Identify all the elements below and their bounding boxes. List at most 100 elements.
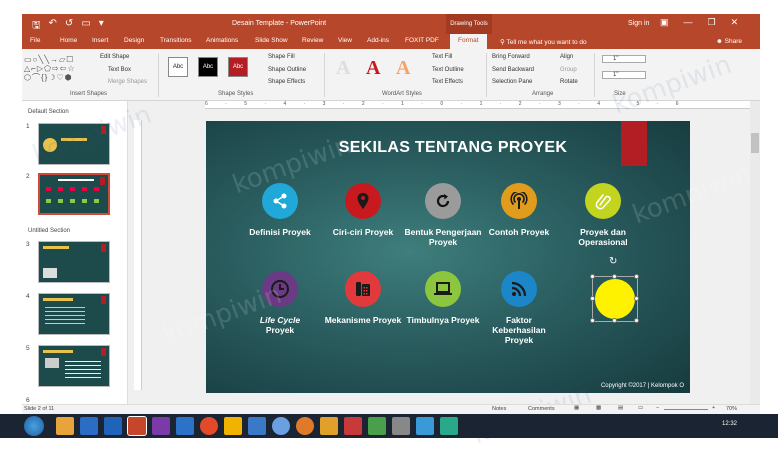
- wordart-style-orange[interactable]: A: [396, 57, 410, 80]
- app-icon[interactable]: [224, 417, 242, 435]
- tab-review[interactable]: Review: [302, 37, 323, 44]
- shape-style-black[interactable]: Abc: [198, 57, 218, 77]
- slide-title[interactable]: SEKILAS TENTANG PROYEK: [206, 139, 690, 157]
- app-icon[interactable]: [320, 417, 338, 435]
- resize-handle[interactable]: [634, 274, 639, 279]
- undo-icon[interactable]: ↶: [49, 18, 57, 35]
- topic-mekanisme[interactable]: Mekanisme Proyek: [323, 271, 403, 325]
- shape-style-white[interactable]: Abc: [168, 57, 188, 77]
- resize-handle[interactable]: [590, 318, 595, 323]
- resize-handle[interactable]: [634, 296, 639, 301]
- shape-width-input[interactable]: 1": [602, 71, 646, 79]
- app-icon[interactable]: [344, 417, 362, 435]
- close-icon[interactable]: ✕: [731, 17, 739, 28]
- topic-life-cycle[interactable]: Life Cycle Proyek: [240, 271, 320, 335]
- vertical-scrollbar[interactable]: [750, 101, 760, 404]
- ribbon-display-icon[interactable]: ▣: [660, 17, 669, 28]
- comments-button[interactable]: Comments: [528, 406, 555, 412]
- tab-animations[interactable]: Animations: [206, 37, 238, 44]
- app-icon[interactable]: [440, 417, 458, 435]
- resize-handle[interactable]: [612, 318, 617, 323]
- wordart-style-red[interactable]: A: [366, 57, 380, 80]
- resize-handle[interactable]: [590, 274, 595, 279]
- slide-thumbnail-selected[interactable]: [38, 173, 110, 215]
- reading-view-icon[interactable]: ▤: [618, 405, 623, 411]
- slide-thumbnail[interactable]: [38, 123, 110, 165]
- tab-slide-show[interactable]: Slide Show: [255, 37, 288, 44]
- normal-view-icon[interactable]: ▦: [574, 405, 579, 411]
- text-box-button[interactable]: Text Box: [108, 67, 131, 73]
- shape-effects-button[interactable]: Shape Effects: [268, 79, 305, 85]
- explorer-icon[interactable]: [104, 417, 122, 435]
- text-fill-button[interactable]: Text Fill: [432, 54, 452, 60]
- tab-insert[interactable]: Insert: [92, 37, 108, 44]
- redo-icon[interactable]: ↺: [65, 18, 73, 35]
- text-outline-button[interactable]: Text Outline: [432, 67, 464, 73]
- merge-shapes-button[interactable]: Merge Shapes: [108, 79, 147, 85]
- rotate-button[interactable]: Rotate: [560, 79, 578, 85]
- text-effects-button[interactable]: Text Effects: [432, 79, 463, 85]
- shape-fill-button[interactable]: Shape Fill: [268, 54, 295, 60]
- slide-thumbnail[interactable]: [38, 293, 110, 335]
- group-button[interactable]: Group: [560, 67, 577, 73]
- restore-icon[interactable]: ❐: [708, 17, 716, 28]
- share-button[interactable]: ☻ Share: [716, 38, 742, 45]
- customize-qat-icon[interactable]: ▾: [99, 18, 104, 35]
- scroll-thumb[interactable]: [751, 133, 759, 153]
- start-button-icon[interactable]: [24, 416, 44, 436]
- zoom-level[interactable]: 70%: [726, 406, 737, 412]
- section-header[interactable]: Untitled Section: [28, 228, 70, 234]
- selected-yellow-circle[interactable]: [595, 279, 635, 319]
- tab-add-ins[interactable]: Add-ins: [367, 37, 389, 44]
- shape-height-input[interactable]: 1": [602, 55, 646, 63]
- app-icon[interactable]: [176, 417, 194, 435]
- word-icon[interactable]: [80, 417, 98, 435]
- tab-home[interactable]: Home: [60, 37, 77, 44]
- zoom-in-icon[interactable]: +: [712, 405, 715, 411]
- slide-thumbnail[interactable]: [38, 345, 110, 387]
- app-icon[interactable]: [416, 417, 434, 435]
- app-icon[interactable]: [272, 417, 290, 435]
- onenote-icon[interactable]: [152, 417, 170, 435]
- topic-ciri-ciri[interactable]: Ciri-ciri Proyek: [323, 183, 403, 237]
- tab-foxit-pdf[interactable]: FOXIT PDF: [405, 37, 439, 44]
- powerpoint-icon[interactable]: [127, 416, 147, 436]
- topic-bentuk-pengerjaan[interactable]: Bentuk Pengerjaan Proyek: [403, 183, 483, 247]
- topic-timbulnya[interactable]: Timbulnya Proyek: [403, 271, 483, 325]
- shape-style-red[interactable]: Abc: [228, 57, 248, 77]
- resize-handle[interactable]: [590, 296, 595, 301]
- slide-canvas[interactable]: SEKILAS TENTANG PROYEK Definisi Proyek C…: [206, 121, 690, 393]
- shape-outline-button[interactable]: Shape Outline: [268, 67, 306, 73]
- slide-sorter-icon[interactable]: ▩: [596, 405, 601, 411]
- app-icon[interactable]: [248, 417, 266, 435]
- bring-forward-button[interactable]: Bring Forward: [492, 54, 530, 60]
- save-icon[interactable]: 🖫: [32, 18, 41, 35]
- notes-button[interactable]: Notes: [492, 406, 506, 412]
- folder-icon[interactable]: [56, 417, 74, 435]
- app-icon[interactable]: [392, 417, 410, 435]
- app-icon[interactable]: [296, 417, 314, 435]
- wordart-style-plain[interactable]: A: [336, 57, 350, 80]
- zoom-slider[interactable]: [664, 409, 708, 410]
- minimize-icon[interactable]: —: [684, 17, 693, 28]
- slide-show-icon[interactable]: ▭: [638, 405, 643, 411]
- topic-faktor-keberhasilan[interactable]: Faktor Keberhasilan Proyek: [479, 271, 559, 345]
- sign-in-link[interactable]: Sign in: [628, 20, 649, 27]
- topic-contoh[interactable]: Contoh Proyek: [479, 183, 559, 237]
- selection-pane-button[interactable]: Selection Pane: [492, 79, 532, 85]
- edit-shape-button[interactable]: Edit Shape: [100, 54, 129, 60]
- app-icon[interactable]: [368, 417, 386, 435]
- topic-definisi[interactable]: Definisi Proyek: [240, 183, 320, 237]
- shape-gallery[interactable]: ▭○╲╲→▱☐ △⌐▷⬠⇨⇦☆ ⬡⌒{}☽♡⬢: [24, 55, 98, 82]
- tab-design[interactable]: Design: [124, 37, 144, 44]
- slide-thumbnail[interactable]: [38, 241, 110, 283]
- system-clock[interactable]: 12:32: [722, 421, 737, 427]
- tab-file[interactable]: File: [30, 37, 40, 44]
- send-backward-button[interactable]: Send Backward: [492, 67, 534, 73]
- rotate-handle-icon[interactable]: ↻: [609, 256, 617, 267]
- start-from-beginning-icon[interactable]: ▭: [81, 18, 90, 35]
- browser-icon[interactable]: [200, 417, 218, 435]
- topic-proyek-operasional[interactable]: Proyek dan Operasional: [563, 183, 643, 247]
- tab-transitions[interactable]: Transitions: [160, 37, 192, 44]
- zoom-out-icon[interactable]: −: [656, 405, 659, 411]
